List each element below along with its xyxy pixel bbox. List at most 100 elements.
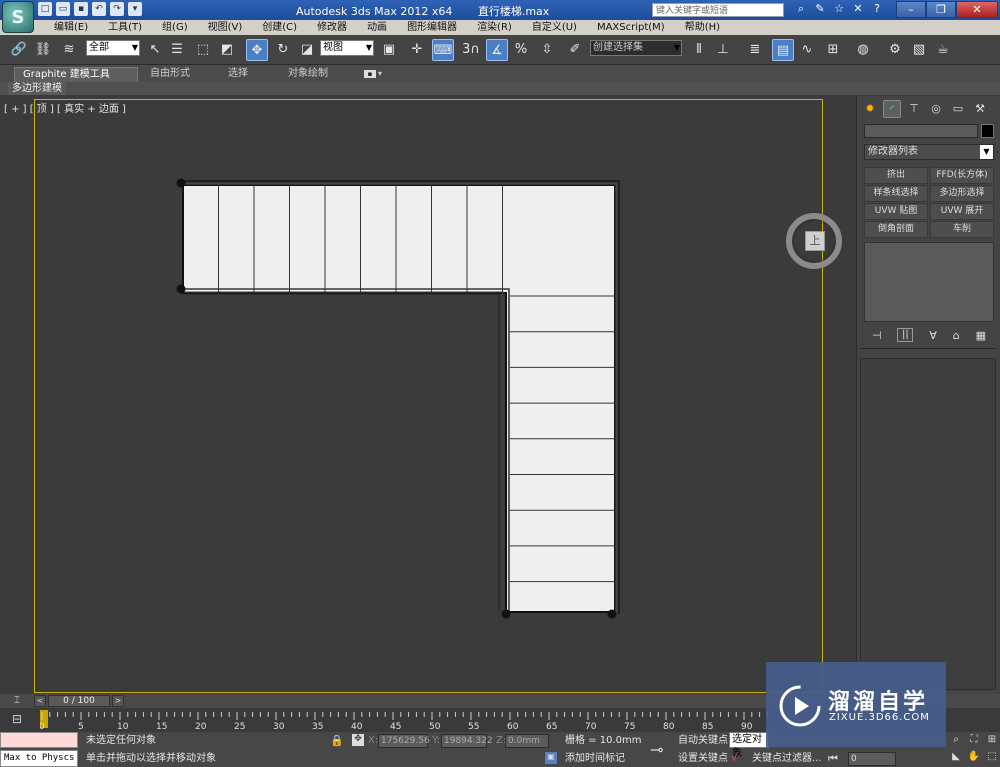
key-filters-button[interactable]: 关键点过滤器... xyxy=(752,752,822,766)
render-teapot-icon[interactable]: ☕ xyxy=(932,39,954,61)
close-button[interactable]: ✕ xyxy=(956,1,998,18)
menu-item[interactable]: 创建(C) xyxy=(252,21,307,34)
modifier-button[interactable]: 多边形选择 xyxy=(930,185,994,202)
key-tangent-icon[interactable]: √ xyxy=(731,751,738,764)
spinner-snap-icon[interactable]: ⇳ xyxy=(536,39,558,61)
link-icon[interactable]: 🔗 xyxy=(8,39,30,61)
field-of-view-icon[interactable]: ◣ xyxy=(948,751,964,765)
edit-named-selection-icon[interactable]: ✐ xyxy=(564,39,586,61)
menu-item[interactable]: MAXScript(M) xyxy=(587,21,675,34)
help-icon[interactable]: ? xyxy=(869,2,885,17)
maxscript-listener-input[interactable]: Max to Physcs ( xyxy=(0,750,78,767)
current-frame-field[interactable]: 0 xyxy=(848,752,896,766)
display-tab-icon[interactable]: ▭ xyxy=(949,100,967,118)
open-file-icon[interactable]: ▭ xyxy=(56,2,70,16)
ribbon-toggle-icon[interactable]: ▪ xyxy=(364,70,376,78)
pivot-center-icon[interactable]: ▣ xyxy=(378,39,400,61)
material-editor-icon[interactable]: ◍ xyxy=(852,39,874,61)
absolute-mode-icon[interactable]: ✥ xyxy=(352,734,364,746)
curve-editor-icon[interactable]: ∿ xyxy=(796,39,818,61)
menu-item[interactable]: 图形编辑器 xyxy=(397,21,467,34)
align-icon[interactable]: ⊥ xyxy=(712,39,734,61)
rect-selection-icon[interactable]: ⬚ xyxy=(192,39,214,61)
add-time-tag[interactable]: 添加时间标记 xyxy=(565,752,625,766)
modifier-button[interactable]: 倒角剖面 xyxy=(864,221,928,238)
x-coordinate-field[interactable]: 175629.56 xyxy=(378,734,430,748)
select-object-icon[interactable]: ↖ xyxy=(144,39,166,61)
mirror-icon[interactable]: ⫴ xyxy=(688,39,710,61)
menu-item[interactable]: 工具(T) xyxy=(98,21,152,34)
app-logo-button[interactable]: S xyxy=(2,1,34,33)
menu-item[interactable]: 修改器 xyxy=(307,21,357,34)
y-coordinate-field[interactable]: 19894.322 xyxy=(441,734,493,748)
modifier-stack[interactable] xyxy=(864,242,994,322)
rendered-frame-icon[interactable]: ▧ xyxy=(908,39,930,61)
object-color-swatch[interactable] xyxy=(981,124,994,138)
prev-frame-icon[interactable]: < xyxy=(34,695,46,707)
select-scale-icon[interactable]: ◪ xyxy=(296,39,318,61)
help-search-input[interactable]: 键入关键字或短语 xyxy=(652,3,784,17)
zoom-icon[interactable]: ⌕ xyxy=(948,734,964,748)
menu-item[interactable]: 渲染(R) xyxy=(467,21,522,34)
select-move-icon[interactable]: ✥ xyxy=(246,39,268,61)
redo-icon[interactable]: ↷ xyxy=(110,2,124,16)
pan-hand-icon[interactable]: ✋ xyxy=(966,751,982,765)
stair-model[interactable] xyxy=(0,96,856,694)
menu-item[interactable]: 视图(V) xyxy=(198,21,253,34)
tab-selection[interactable]: 选择 xyxy=(228,67,248,82)
reference-coordinate-select[interactable]: 视图 xyxy=(320,40,374,56)
menu-item[interactable]: 动画 xyxy=(357,21,397,34)
bind-space-warp-icon[interactable]: ≋ xyxy=(58,39,80,61)
select-rotate-icon[interactable]: ↻ xyxy=(272,39,294,61)
layer-manager-icon[interactable]: ≣ xyxy=(744,39,766,61)
unlink-icon[interactable]: ⛓ xyxy=(32,39,54,61)
select-manipulate-icon[interactable]: ✛ xyxy=(406,39,428,61)
modifier-button[interactable]: 样条线选择 xyxy=(864,185,928,202)
selection-set-select[interactable]: 选定对象 xyxy=(729,732,769,759)
pin-stack-icon[interactable]: ⊣ xyxy=(872,329,882,342)
time-slider-thumb[interactable]: 0 / 100 xyxy=(48,695,110,707)
zoom-all-icon[interactable]: ⊞ xyxy=(984,734,1000,748)
set-key-button[interactable]: 设置关键点 xyxy=(678,752,728,766)
create-tab-icon[interactable]: ✹ xyxy=(861,100,879,118)
maximize-viewport-icon[interactable]: ⬚ xyxy=(984,751,1000,765)
new-file-icon[interactable]: □ xyxy=(38,2,52,16)
keyboard-shortcut-override-icon[interactable]: ⌨ xyxy=(432,39,454,61)
mini-curve-editor-icon[interactable]: ⌶ xyxy=(2,695,32,707)
select-by-name-icon[interactable]: ☰ xyxy=(166,39,188,61)
auto-key-button[interactable]: 自动关键点 xyxy=(678,734,728,748)
hierarchy-tab-icon[interactable]: ⊤ xyxy=(905,100,923,118)
snap-toggle-icon[interactable]: 3∩ xyxy=(460,39,482,61)
modifier-button[interactable]: FFD(长方体) xyxy=(930,167,994,184)
modifier-button[interactable]: 挤出 xyxy=(864,167,928,184)
named-selection-select[interactable]: 创建选择集 xyxy=(590,40,682,56)
binoculars-icon[interactable]: ⌕ xyxy=(793,2,809,17)
schematic-view-icon[interactable]: ⊞ xyxy=(822,39,844,61)
remove-modifier-icon[interactable]: ⌂ xyxy=(953,329,960,342)
modifier-button[interactable]: UVW 展开 xyxy=(930,203,994,220)
go-to-start-icon[interactable]: ⏮ xyxy=(828,752,838,766)
utilities-tab-icon[interactable]: ⚒ xyxy=(971,100,989,118)
window-crossing-icon[interactable]: ◩ xyxy=(216,39,238,61)
angle-snap-icon[interactable]: ∡ xyxy=(486,39,508,61)
menu-item[interactable]: 编辑(E) xyxy=(44,21,98,34)
tab-graphite[interactable]: Graphite 建模工具 xyxy=(14,67,138,82)
modify-tab-icon[interactable]: ◜ xyxy=(883,100,901,118)
save-icon[interactable]: ▪ xyxy=(74,2,88,16)
time-tag-icon[interactable]: ▣ xyxy=(545,752,557,764)
render-setup-icon[interactable]: ⚙ xyxy=(884,39,906,61)
menu-item[interactable]: 自定义(U) xyxy=(522,21,587,34)
track-bar-icon[interactable]: ⊟ xyxy=(8,712,26,728)
menu-item[interactable]: 组(G) xyxy=(152,21,198,34)
motion-tab-icon[interactable]: ◎ xyxy=(927,100,945,118)
tab-object-paint[interactable]: 对象绘制 xyxy=(288,67,328,82)
polygon-modeling-panel[interactable]: 多边形建模 xyxy=(8,82,66,95)
restore-button[interactable]: ❐ xyxy=(926,1,956,18)
percent-snap-icon[interactable]: % xyxy=(510,39,532,61)
object-name-field[interactable] xyxy=(864,124,978,138)
modifier-button[interactable]: UVW 贴图 xyxy=(864,203,928,220)
undo-icon[interactable]: ↶ xyxy=(92,2,106,16)
configure-sets-icon[interactable]: ▦ xyxy=(976,329,986,342)
zoom-extents-icon[interactable]: ⛶ xyxy=(966,734,982,748)
wrench-icon[interactable]: ✎ xyxy=(812,2,828,17)
